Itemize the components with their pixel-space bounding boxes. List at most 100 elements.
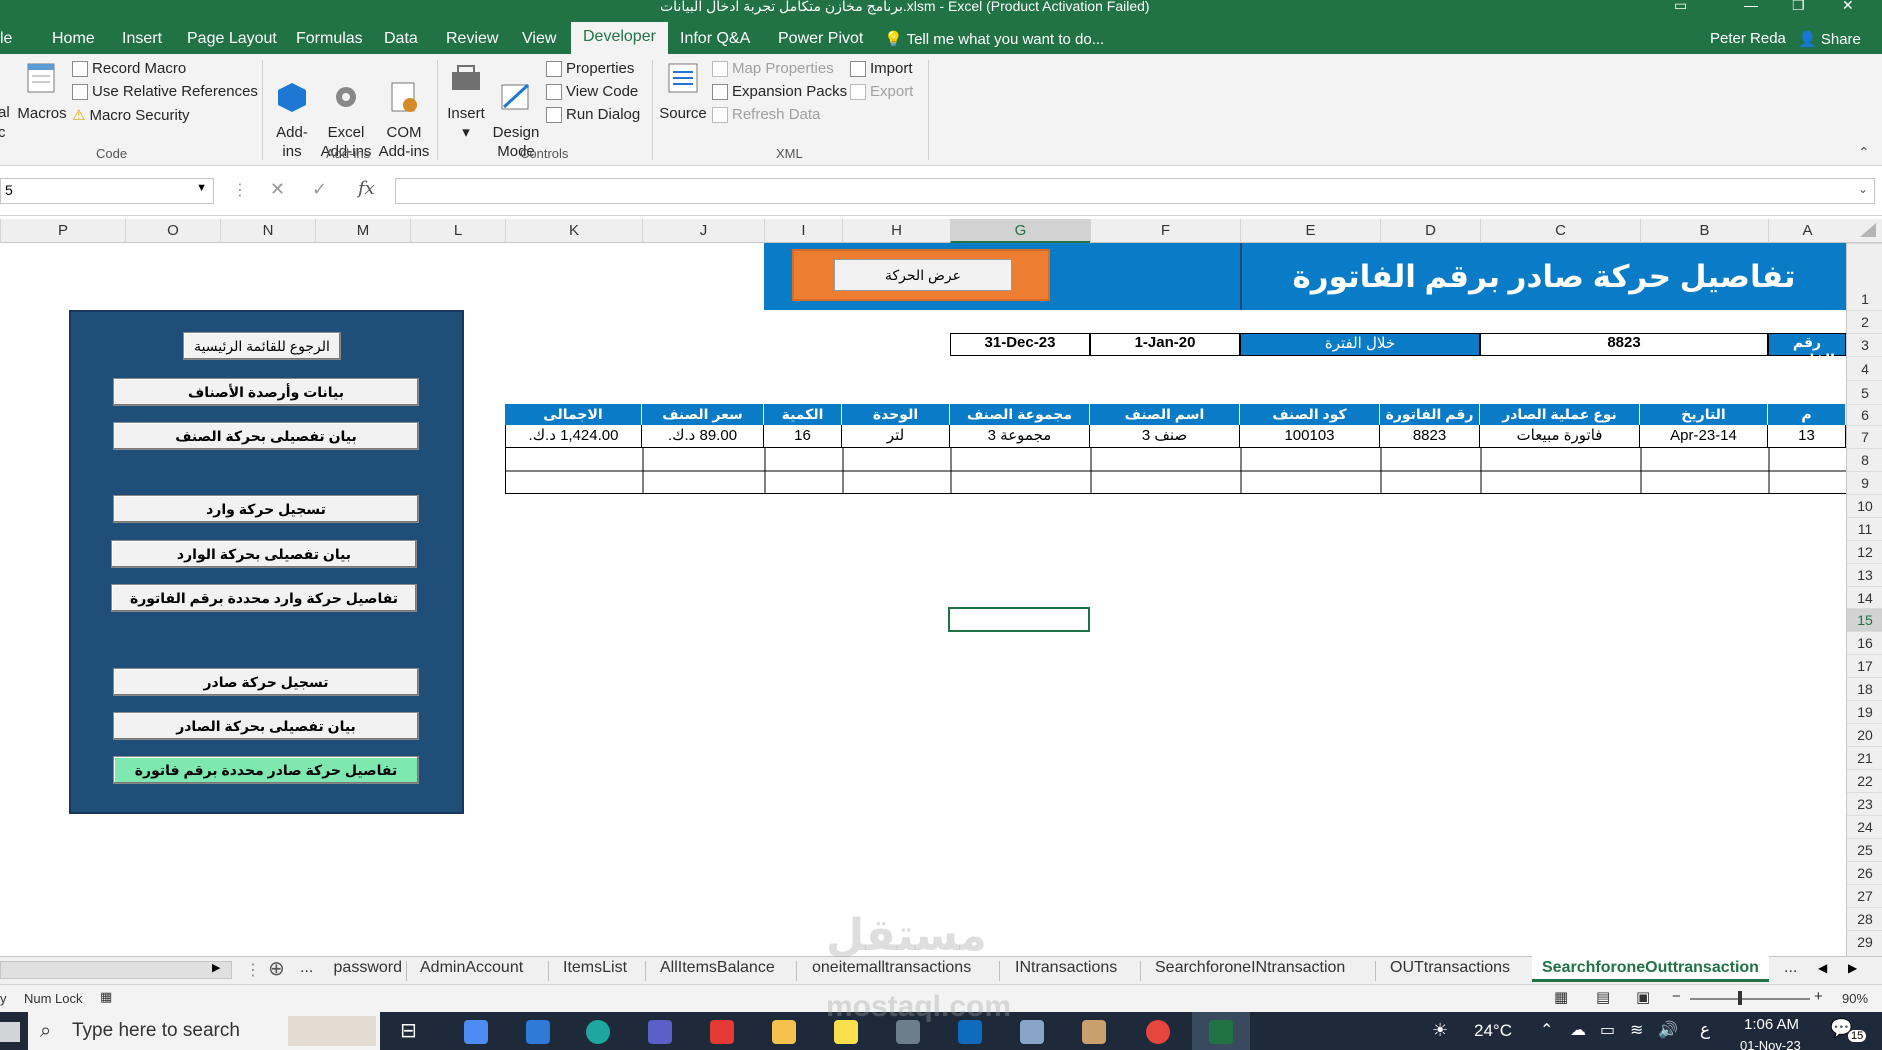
column-header[interactable]: C bbox=[1480, 219, 1640, 243]
table-header[interactable]: نوع عملية الصادر bbox=[1480, 404, 1640, 425]
share-button[interactable]: 👤 Share bbox=[1798, 30, 1861, 48]
zoom-out-icon[interactable]: − bbox=[1672, 988, 1681, 1005]
insert-function-icon[interactable]: fx bbox=[358, 178, 375, 199]
record-in-button[interactable]: تسجيل حركة وارد bbox=[113, 495, 419, 523]
table-cell[interactable]: 100103 bbox=[1240, 425, 1380, 448]
tab-developer[interactable]: Developer bbox=[571, 22, 668, 54]
page-layout-view-icon[interactable]: ▤ bbox=[1596, 988, 1610, 1006]
row-header[interactable]: 26 bbox=[1847, 861, 1882, 884]
table-header[interactable]: الكمية bbox=[764, 404, 842, 425]
windows-start-icon[interactable] bbox=[0, 1022, 20, 1042]
row-header[interactable]: 5 bbox=[1847, 380, 1882, 404]
row-header[interactable]: 9 bbox=[1847, 471, 1882, 494]
map-properties-button[interactable]: Map Properties bbox=[712, 60, 834, 77]
invoice-value-cell[interactable]: 8823 bbox=[1480, 333, 1768, 356]
tab-view[interactable]: View bbox=[510, 24, 568, 54]
tab-infor-qa[interactable]: Infor Q&A bbox=[668, 24, 762, 54]
wifi-icon[interactable]: ≋ bbox=[1630, 1020, 1643, 1040]
horizontal-scrollbar[interactable] bbox=[0, 961, 232, 979]
sheet-tab-outtransactions[interactable]: OUTtransactions bbox=[1390, 959, 1510, 977]
table-header[interactable]: اسم الصنف bbox=[1090, 404, 1240, 425]
volume-icon[interactable]: 🔊 bbox=[1658, 1020, 1678, 1040]
collapse-ribbon-icon[interactable]: ⌃ bbox=[1858, 144, 1870, 161]
task-view-icon[interactable]: ⊟ bbox=[400, 1018, 417, 1043]
excel-taskbar-item[interactable] bbox=[1192, 1012, 1250, 1050]
edge-browser-icon[interactable] bbox=[586, 1020, 610, 1044]
period-label-cell[interactable]: خلال الفترة bbox=[1240, 333, 1480, 356]
name-box[interactable]: 5 ▼ bbox=[0, 178, 214, 204]
table-cell[interactable]: 8823 bbox=[1380, 425, 1480, 448]
table-header[interactable]: الوحدة bbox=[842, 404, 950, 425]
tab-data[interactable]: Data bbox=[372, 24, 430, 54]
from-date-cell[interactable]: 1-Jan-20 bbox=[1090, 333, 1240, 356]
sheet-tab-password[interactable]: password bbox=[322, 959, 402, 977]
row-header[interactable]: 27 bbox=[1847, 884, 1882, 907]
table-header[interactable]: رقم الفاتورة bbox=[1380, 404, 1480, 425]
invoice-label-cell[interactable]: رقم الفاتورة bbox=[1768, 333, 1846, 367]
table-header[interactable]: التاريخ bbox=[1640, 404, 1768, 425]
table-cell[interactable]: 89.00 د.ك. bbox=[642, 425, 764, 448]
settings-app-icon[interactable] bbox=[464, 1020, 488, 1044]
com-add-ins-button[interactable]: COM Add-ins bbox=[374, 60, 434, 161]
notepad-icon[interactable] bbox=[1020, 1020, 1044, 1044]
active-cell[interactable] bbox=[948, 607, 1090, 632]
table-header[interactable]: سعر الصنف bbox=[642, 404, 764, 425]
table-cell[interactable]: 1,424.00 د.ك. bbox=[505, 425, 642, 448]
row-header[interactable]: 3 bbox=[1847, 333, 1882, 356]
item-detail-button[interactable]: بيان تفصيلى بحركة الصنف bbox=[113, 422, 419, 450]
sheet-tab-searchforoneouttransaction[interactable]: SearchforoneOuttransaction bbox=[1532, 956, 1769, 982]
row-header[interactable]: 12 bbox=[1847, 540, 1882, 563]
row-header[interactable]: 18 bbox=[1847, 677, 1882, 700]
column-header[interactable]: B bbox=[1640, 219, 1768, 243]
expansion-packs-button[interactable]: Expansion Packs bbox=[712, 83, 847, 100]
network-icon[interactable]: ☁ bbox=[1570, 1020, 1586, 1040]
clock-time[interactable]: 1:06 AM bbox=[1744, 1016, 1799, 1033]
formula-input[interactable] bbox=[395, 178, 1875, 204]
teams-icon[interactable] bbox=[648, 1020, 672, 1044]
row-header[interactable]: 21 bbox=[1847, 746, 1882, 769]
column-header[interactable]: E bbox=[1240, 219, 1380, 243]
run-dialog-button[interactable]: Run Dialog bbox=[546, 106, 640, 123]
row-header[interactable]: 22 bbox=[1847, 769, 1882, 792]
source-button[interactable]: Source bbox=[658, 60, 708, 123]
column-header[interactable]: F bbox=[1090, 219, 1240, 243]
zoom-level[interactable]: 90% bbox=[1842, 991, 1868, 1006]
sheet-tab-oneitemalltransactions[interactable]: oneitemalltransactions bbox=[812, 959, 971, 977]
user-name[interactable]: Peter Reda bbox=[1710, 30, 1786, 47]
view-code-button[interactable]: View Code bbox=[546, 83, 638, 100]
tell-me-box[interactable]: 💡 Tell me what you want to do... bbox=[884, 30, 1104, 48]
table-cell[interactable]: 13 bbox=[1768, 425, 1846, 448]
close-icon[interactable]: ✕ bbox=[1842, 0, 1854, 14]
row-header[interactable]: 4 bbox=[1847, 356, 1882, 380]
table-cell[interactable]: فاتورة مبيعات bbox=[1480, 425, 1640, 448]
battery-icon[interactable]: ▭ bbox=[1600, 1020, 1615, 1040]
zoom-in-icon[interactable]: + bbox=[1814, 988, 1823, 1005]
tab-formulas[interactable]: Formulas bbox=[284, 24, 375, 54]
in-detail-button[interactable]: بيان تفصيلى بحركة الوارد bbox=[111, 540, 417, 568]
more-options-icon[interactable]: ⋮ bbox=[232, 180, 248, 200]
sheet-tab-more-right[interactable]: ... bbox=[1784, 959, 1797, 977]
scroll-right-tabs-icon[interactable]: ▶ bbox=[1848, 961, 1857, 975]
column-header[interactable]: L bbox=[410, 219, 505, 243]
record-out-button[interactable]: تسجيل حركة صادر bbox=[113, 668, 419, 696]
scroll-right-icon[interactable]: ▶ bbox=[212, 961, 220, 974]
table-cell[interactable]: 14-Apr-23 bbox=[1640, 425, 1768, 448]
add-sheet-icon[interactable]: ⊕ bbox=[268, 956, 285, 981]
add-ins-button[interactable]: Add- ins bbox=[270, 60, 314, 161]
table-header[interactable]: كود الصنف bbox=[1240, 404, 1380, 425]
table-header[interactable]: الاجمالى bbox=[505, 404, 642, 425]
sheet-tab-itemslist[interactable]: ItemsList bbox=[563, 959, 627, 977]
security-app-icon[interactable] bbox=[526, 1020, 550, 1044]
row-header[interactable]: 17 bbox=[1847, 654, 1882, 677]
column-header[interactable]: H bbox=[842, 219, 950, 243]
table-cell[interactable]: صنف 3 bbox=[1090, 425, 1240, 448]
column-header[interactable]: G bbox=[950, 219, 1090, 243]
macro-security-button[interactable]: ⚠ Macro Security bbox=[72, 106, 189, 125]
sheet-tab-intransactions[interactable]: INtransactions bbox=[1015, 959, 1117, 977]
table-cell[interactable]: 16 bbox=[764, 425, 842, 448]
tab-power-pivot[interactable]: Power Pivot bbox=[766, 24, 875, 54]
ribbon-display-icon[interactable]: ▭ bbox=[1674, 0, 1687, 14]
row-header[interactable]: 7 bbox=[1847, 425, 1882, 448]
record-macro-button[interactable]: Record Macro bbox=[72, 60, 186, 77]
row-header[interactable]: 13 bbox=[1847, 563, 1882, 586]
